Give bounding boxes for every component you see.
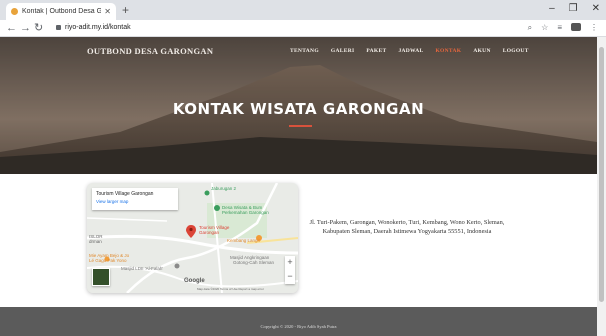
- map-label: Jaburugan 2: [211, 186, 237, 191]
- forward-arrow-icon[interactable]: →: [20, 21, 31, 35]
- menu-item-jadwal[interactable]: JADWAL: [398, 48, 423, 54]
- view-larger-map-link[interactable]: View larger map: [96, 199, 174, 204]
- maximize-button[interactable]: ❐: [569, 3, 578, 15]
- url-text: riyo-adit.my.id/kontak: [65, 24, 131, 31]
- map-label: Gotong-Cah Sleman: [233, 260, 275, 265]
- browser-tab-strip: Kontak | Outbond Desa Garong... ✕ + – ❐ …: [0, 0, 606, 20]
- toolbar-icons: ⌕ ☆ ≡ ⋮: [528, 23, 598, 33]
- page-scrollbar[interactable]: [597, 37, 606, 336]
- tab-title: Kontak | Outbond Desa Garong...: [22, 8, 102, 15]
- main-menu: TENTANG GALERI PAKET JADWAL KONTAK AKUN …: [290, 48, 529, 54]
- back-arrow-icon[interactable]: ←: [6, 21, 17, 35]
- title-underline: [289, 125, 312, 127]
- satellite-toggle[interactable]: [92, 268, 110, 286]
- zoom-out-button[interactable]: −: [285, 270, 295, 284]
- browser-tab[interactable]: Kontak | Outbond Desa Garong... ✕: [6, 3, 116, 20]
- web-page: OUTBOND DESA GARONGAN TENTANG GALERI PAK…: [0, 37, 597, 336]
- media-icon[interactable]: ≡: [557, 23, 562, 33]
- place-name: Tourism Village Garongan: [96, 191, 154, 197]
- menu-icon[interactable]: ⋮: [590, 23, 598, 33]
- google-map-embed[interactable]: Tourism Village Garongan View larger map…: [87, 183, 298, 293]
- browser-toolbar: ← → ↻ riyo-adit.my.id/kontak ⌕ ☆ ≡ ⋮: [0, 20, 606, 37]
- star-icon[interactable]: ☆: [541, 23, 548, 33]
- google-logo: Google: [184, 278, 205, 284]
- tab-close-icon[interactable]: ✕: [104, 7, 111, 16]
- map-label: Masjid LDII 'Al-Falah': [121, 266, 164, 271]
- contact-address: Jl. Turi-Pakem, Garongan, Wonokerto, Tur…: [309, 219, 505, 235]
- menu-item-kontak[interactable]: KONTAK: [435, 48, 461, 54]
- profile-icon[interactable]: [571, 23, 581, 31]
- page-title: KONTAK WISATA GARONGAN: [172, 100, 425, 118]
- page-footer: Copyright © 2020 - Riyo Adib Syah Putra: [0, 307, 597, 336]
- map-label: Perkemahan Garongan: [222, 210, 269, 215]
- lock-icon: [56, 24, 61, 30]
- address-bar[interactable]: riyo-adit.my.id/kontak: [56, 23, 131, 33]
- minimize-button[interactable]: –: [549, 3, 555, 15]
- scrollbar-thumb[interactable]: [599, 47, 604, 302]
- map-label: Lé Gagu Pak Yono: [89, 258, 127, 263]
- new-tab-button[interactable]: +: [122, 3, 129, 17]
- map-attribution[interactable]: Map data ©2020 Terms of Use Report a map…: [197, 287, 264, 291]
- copyright-text: Copyright © 2020 - Riyo Adib Syah Putra: [260, 324, 337, 329]
- place-card: Tourism Village Garongan View larger map: [92, 188, 178, 210]
- favicon-icon: [11, 8, 18, 15]
- zoom-icon[interactable]: ⌕: [528, 23, 532, 33]
- map-label: Kembang Langit: [227, 238, 260, 243]
- menu-item-tentang[interactable]: TENTANG: [290, 48, 319, 54]
- reload-icon[interactable]: ↻: [34, 21, 43, 35]
- map-label: drman: [89, 239, 102, 244]
- zoom-in-button[interactable]: +: [285, 256, 295, 270]
- map-zoom-control: + −: [285, 256, 295, 284]
- menu-item-akun[interactable]: AKUN: [473, 48, 490, 54]
- hero-banner: OUTBOND DESA GARONGAN TENTANG GALERI PAK…: [0, 37, 597, 174]
- close-window-button[interactable]: ✕: [592, 3, 600, 15]
- menu-item-logout[interactable]: LOGOUT: [503, 48, 529, 54]
- brand-logo[interactable]: OUTBOND DESA GARONGAN: [87, 46, 213, 56]
- menu-item-galeri[interactable]: GALERI: [331, 48, 355, 54]
- map-label: Garongan: [199, 230, 220, 235]
- menu-item-paket[interactable]: PAKET: [366, 48, 386, 54]
- window-controls: – ❐ ✕: [549, 3, 600, 15]
